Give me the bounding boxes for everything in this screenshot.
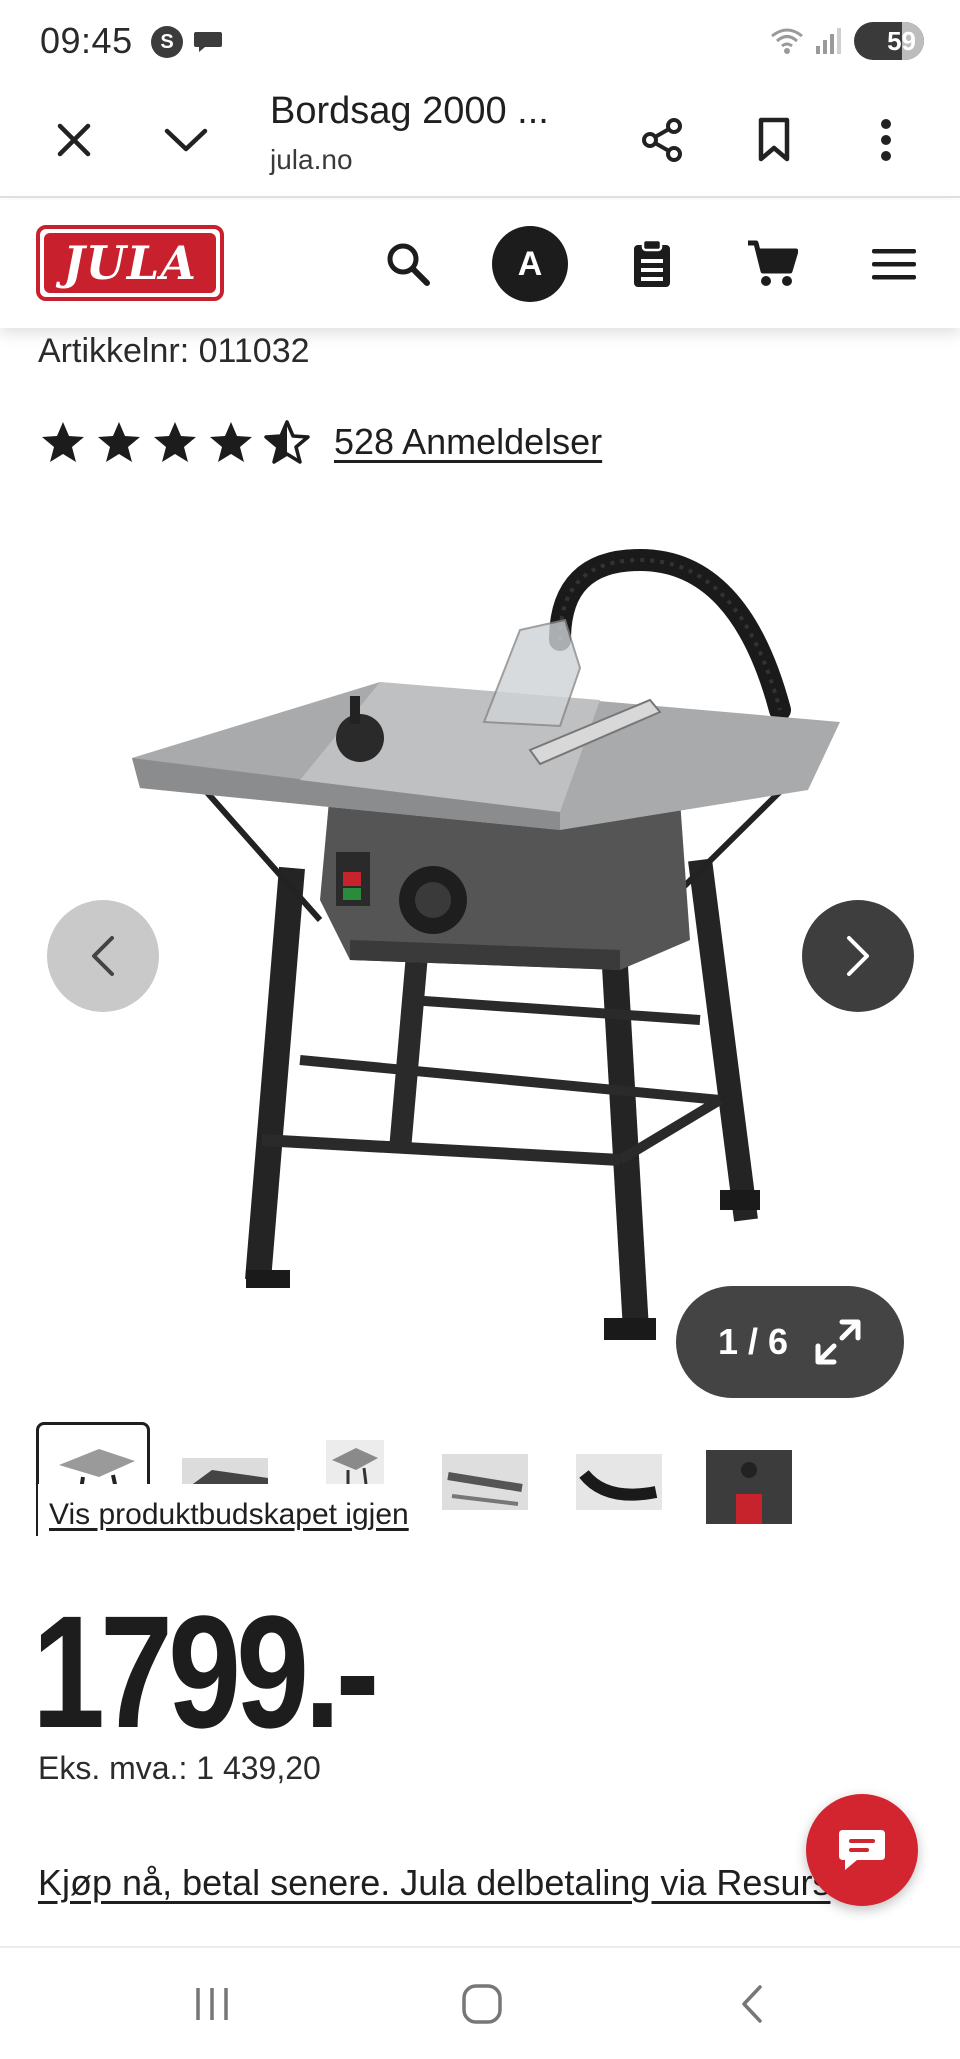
reviews-link[interactable]: 528 Anmeldelser (334, 421, 602, 463)
logo-text: JULA (44, 233, 216, 293)
wifi-icon (771, 28, 803, 54)
shopping-list-icon[interactable] (616, 228, 688, 300)
chevron-right-icon (847, 936, 869, 976)
thumbnail-3[interactable] (326, 1440, 384, 1484)
thumbnail-4[interactable] (442, 1454, 528, 1510)
star-full-icon (154, 422, 196, 462)
chevron-down-icon[interactable] (154, 108, 218, 172)
star-full-icon (42, 422, 84, 462)
close-icon[interactable] (42, 108, 106, 172)
recent-apps-icon[interactable] (172, 1976, 252, 2032)
price-excl-vat: Eks. mva.: 1 439,20 (38, 1750, 321, 1786)
jula-logo[interactable]: JULA (36, 225, 224, 301)
product-gallery: 1 / 6 (0, 500, 960, 1400)
signal-icon (816, 28, 841, 54)
previous-image-button[interactable] (47, 900, 159, 1012)
more-options-icon[interactable] (854, 108, 918, 172)
site-header: JULA A (0, 200, 960, 328)
gallery-counter: 1 / 6 (717, 1321, 789, 1362)
financing-link[interactable]: Kjøp nå, betal senere. Jula delbetaling … (38, 1862, 838, 1904)
account-button[interactable]: A (492, 226, 568, 302)
star-full-icon (210, 422, 252, 462)
chat-button[interactable] (806, 1794, 918, 1906)
menu-icon[interactable] (858, 228, 930, 300)
star-full-icon (98, 422, 140, 462)
bookmark-icon[interactable] (742, 108, 806, 172)
browser-toolbar: Bordsag 2000 ... jula.no (0, 84, 960, 198)
back-icon[interactable] (712, 1976, 792, 2032)
show-product-message-link[interactable]: Vis produktbudskapet igjen (49, 1498, 409, 1532)
article-number: Artikkelnr: 011032 (38, 332, 310, 370)
cart-icon[interactable] (736, 228, 808, 300)
message-icon (194, 32, 222, 52)
status-time: 09:45 (40, 20, 133, 61)
expand-icon (815, 1319, 861, 1365)
chevron-left-icon (92, 936, 114, 976)
page-url: jula.no (270, 144, 353, 175)
next-image-button[interactable] (802, 900, 914, 1012)
system-navigation-bar (0, 1946, 960, 2059)
product-rating: 528 Anmeldelser (40, 420, 602, 464)
s-app-icon: S (151, 26, 183, 58)
star-half-icon (264, 420, 310, 464)
chat-icon (839, 1830, 885, 1870)
thumbnail-6[interactable] (706, 1450, 792, 1524)
page-title: Bordsag 2000 ... (270, 90, 549, 132)
avatar: A (492, 226, 568, 302)
thumbnail-5[interactable] (576, 1454, 662, 1510)
battery-indicator: 59 (854, 22, 924, 60)
gallery-counter-button[interactable]: 1 / 6 (676, 1286, 904, 1398)
search-icon[interactable] (372, 228, 444, 300)
rating-stars (40, 420, 310, 464)
battery-level: 59 (887, 25, 916, 56)
share-icon[interactable] (630, 108, 694, 172)
product-price: 1799.- (32, 1582, 379, 1761)
status-bar: 09:45 S 59 (0, 0, 960, 84)
home-icon[interactable] (442, 1976, 522, 2032)
